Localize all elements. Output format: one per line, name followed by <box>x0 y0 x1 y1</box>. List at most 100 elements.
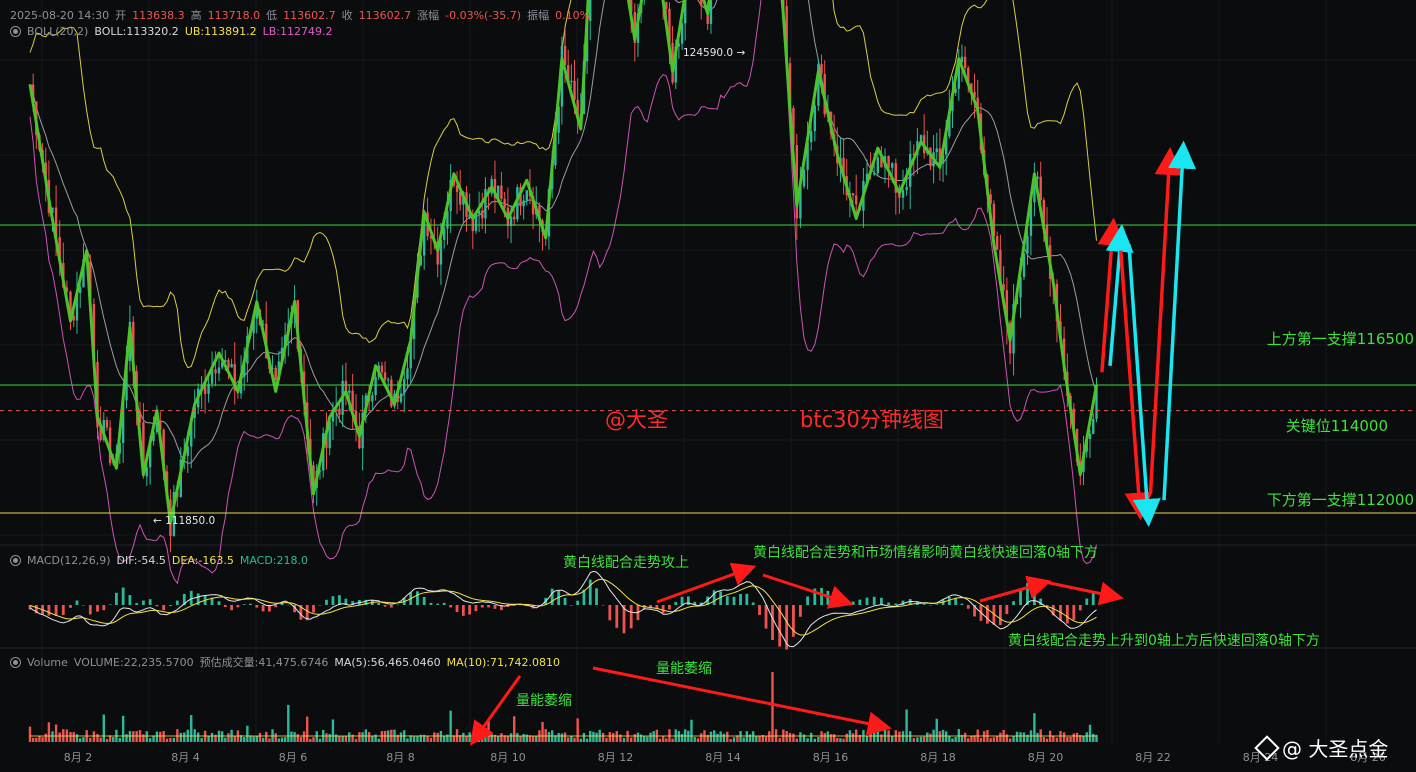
volume-bar <box>348 732 351 742</box>
volume-bar <box>1019 732 1022 742</box>
volume-bar <box>806 738 809 742</box>
volume-bar <box>995 736 999 742</box>
bar-time: 2025-08-20 14:30 <box>10 8 110 22</box>
macd-histogram-bar <box>108 604 112 605</box>
macd-histogram-bar <box>851 601 855 605</box>
macd-histogram-bar <box>96 605 99 612</box>
macd-histogram-bar <box>865 597 869 605</box>
candle-body <box>274 367 277 380</box>
volume-bar <box>785 731 788 742</box>
volume-bar <box>851 733 855 742</box>
x-tick-label: 8月 4 <box>171 751 200 764</box>
volume-bar <box>179 732 183 742</box>
volume-bar <box>1082 735 1085 742</box>
volume-bar <box>252 736 255 742</box>
macd-annotation-arrow <box>656 562 757 604</box>
change-label: 涨幅 <box>417 9 440 22</box>
volume-bar <box>54 724 58 742</box>
volume-estimate: 预估成交量:41,475.6746 <box>199 656 329 669</box>
eye-icon[interactable] <box>10 555 21 566</box>
macd-histogram-bar <box>236 605 240 608</box>
macd-histogram-bar <box>601 604 605 606</box>
macd-histogram-bar <box>629 605 633 629</box>
volume-bar <box>615 731 618 742</box>
macd-note-1: 黄白线配合走势攻上 <box>563 555 689 571</box>
volume-bar <box>768 731 771 742</box>
volume-bar <box>938 731 942 742</box>
volume-bar <box>41 737 44 742</box>
volume-bar <box>58 732 61 742</box>
macd-histogram-bar <box>894 603 898 605</box>
candle-body <box>570 80 573 83</box>
volume-bar <box>399 732 403 742</box>
volume-bar <box>1022 732 1026 742</box>
volume-bar <box>829 734 833 742</box>
macd-histogram-bar <box>274 605 278 608</box>
candle-body <box>214 369 217 374</box>
volume-bar <box>484 731 487 742</box>
macd-histogram-bar <box>745 593 749 605</box>
macd-histogram-bar <box>872 596 876 605</box>
volume-bar <box>531 736 535 742</box>
macd-histogram-bar <box>468 605 472 615</box>
wave-line <box>28 0 1098 525</box>
macd-histogram-bar <box>758 605 761 615</box>
volume-bar <box>416 736 419 742</box>
candle-body <box>810 131 813 143</box>
macd-histogram-bar <box>88 605 92 615</box>
volume-bar <box>79 738 82 742</box>
volume-bar <box>979 738 983 742</box>
x-tick-label: 8月 22 <box>1135 751 1171 764</box>
macd-histogram-bar <box>230 605 233 611</box>
low-value: 113602.7 <box>283 8 336 22</box>
close-value: 113602.7 <box>358 8 412 22</box>
volume-bar <box>377 738 380 742</box>
volume-bar <box>165 738 169 742</box>
candle-body <box>481 210 484 219</box>
change-value: -0.03%(-35.7) <box>445 8 522 22</box>
macd-histogram-bar <box>148 599 152 605</box>
eye-icon[interactable] <box>10 26 21 37</box>
candle-body <box>855 195 858 205</box>
volume-bar <box>196 732 200 742</box>
volume-bar <box>145 731 148 742</box>
candle-body <box>217 367 221 374</box>
candle-body <box>891 163 894 168</box>
volume-bar <box>742 737 745 742</box>
eye-icon[interactable] <box>10 656 21 668</box>
volume-bar <box>522 734 525 742</box>
open-value: 113638.3 <box>132 8 185 22</box>
candle-body <box>500 185 503 199</box>
candle-body <box>851 193 855 196</box>
volume-bar <box>92 731 96 742</box>
macd-histogram-bar <box>383 605 387 607</box>
volume-bar <box>280 737 284 742</box>
macd-histogram-bar <box>455 605 459 613</box>
macd-note-3: 黄白线配合走势上升到0轴上方后快速回落0轴下方 <box>1008 633 1320 649</box>
macd-panel <box>28 562 1124 650</box>
upper-support-label: 上方第一支撑116500 <box>1266 330 1414 348</box>
volume-bar <box>426 735 429 742</box>
volume-bar <box>1072 733 1076 742</box>
macd-histogram-bar <box>121 587 125 605</box>
x-tick-label: 8月 8 <box>386 751 415 764</box>
low-marker-value: 111850.0 <box>165 515 216 527</box>
candle-body <box>338 408 341 415</box>
volume-bar <box>633 734 636 742</box>
x-tick-label: 8月 12 <box>597 751 634 764</box>
candle-body <box>935 148 938 153</box>
volume-bar <box>570 735 573 742</box>
candle-body <box>503 198 506 208</box>
volume-bar <box>729 738 732 742</box>
boll-name: BOLL(20,2) <box>27 25 89 38</box>
boll-lb: LB:112749.2 <box>262 25 333 38</box>
low-label: 低 <box>266 9 278 22</box>
candle-body <box>873 173 876 175</box>
x-tick-label: 8月 2 <box>63 751 93 764</box>
macd-histogram-bar <box>102 605 106 611</box>
macd-histogram-bar <box>732 596 736 605</box>
candle-body <box>700 0 703 6</box>
amp-value: 0.10% <box>555 8 591 22</box>
candle-body <box>1088 433 1092 440</box>
volume-bar <box>836 738 839 742</box>
